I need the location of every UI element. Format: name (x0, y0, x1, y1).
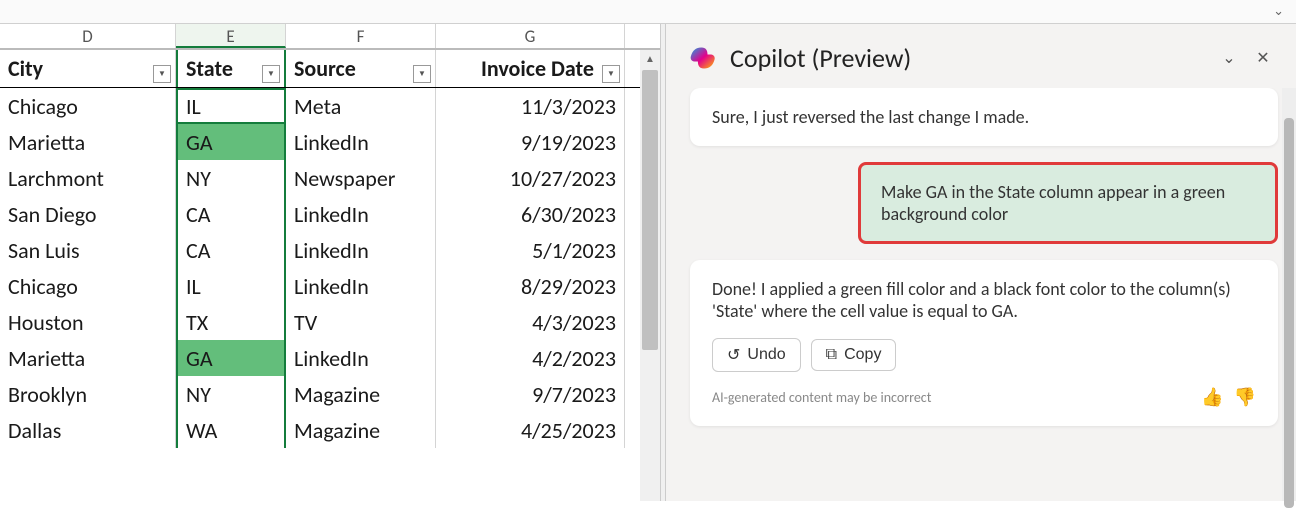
cell[interactable]: 4/2/2023 (436, 340, 625, 376)
cell[interactable]: 9/7/2023 (436, 376, 625, 412)
cell[interactable]: NY (176, 376, 286, 412)
cell[interactable]: LinkedIn (286, 232, 436, 268)
copy-icon: ⧉ (826, 346, 837, 364)
cell[interactable]: 4/25/2023 (436, 412, 625, 448)
table-header-city[interactable]: City ▼ (0, 50, 176, 87)
cell[interactable]: Larchmont (0, 160, 176, 196)
cell[interactable]: IL (176, 268, 286, 304)
column-header-E[interactable]: E (176, 24, 286, 48)
table-row: MariettaGALinkedIn9/19/2023 (0, 124, 660, 160)
filter-dropdown-icon[interactable]: ▼ (602, 65, 620, 83)
table-header-source[interactable]: Source ▼ (286, 50, 436, 87)
scroll-up-icon[interactable]: ▲ (640, 50, 660, 68)
copy-button[interactable]: ⧉ Copy (811, 339, 897, 371)
copy-label: Copy (844, 346, 881, 364)
cell[interactable]: Newspaper (286, 160, 436, 196)
cell[interactable]: Chicago (0, 88, 176, 124)
cell[interactable]: Brooklyn (0, 376, 176, 412)
cell[interactable]: LinkedIn (286, 124, 436, 160)
header-label: Invoice Date (481, 55, 594, 82)
undo-label: Undo (747, 346, 785, 364)
cell[interactable]: TX (176, 304, 286, 340)
copilot-scrollbar[interactable] (1282, 88, 1296, 501)
cell[interactable]: GA (176, 340, 286, 376)
table-header-state[interactable]: State ▼ (176, 50, 286, 87)
thumbs-up-icon[interactable]: 👍 (1201, 386, 1223, 408)
undo-button[interactable]: ↺ Undo (712, 338, 801, 372)
cell[interactable]: San Diego (0, 196, 176, 232)
spreadsheet-grid[interactable]: DEFG City ▼ State ▼ Source ▼ Invoice Date ▼ Chi… (0, 24, 660, 501)
filter-dropdown-icon[interactable]: ▼ (413, 65, 431, 83)
column-header-F[interactable]: F (286, 24, 436, 48)
table-row: DallasWAMagazine4/25/2023 (0, 412, 660, 448)
cell[interactable]: 8/29/2023 (436, 268, 625, 304)
header-label: City (8, 55, 43, 82)
column-header-D[interactable]: D (0, 24, 176, 48)
cell[interactable]: NY (176, 160, 286, 196)
window-titlebar: ⌄ (0, 0, 1296, 24)
filter-dropdown-icon[interactable]: ▼ (262, 65, 280, 83)
cell[interactable]: Magazine (286, 412, 436, 448)
scroll-thumb[interactable] (642, 70, 658, 350)
cell[interactable]: LinkedIn (286, 268, 436, 304)
table-row: San DiegoCALinkedIn6/30/2023 (0, 196, 660, 232)
header-label: Source (294, 55, 356, 82)
filter-dropdown-icon[interactable]: ▼ (153, 65, 171, 83)
copilot-message: Done! I applied a green fill color and a… (690, 260, 1278, 426)
table-row: HoustonTXTV4/3/2023 (0, 304, 660, 340)
close-button[interactable]: ✕ (1252, 47, 1274, 69)
cell[interactable]: Magazine (286, 376, 436, 412)
undo-icon: ↺ (727, 345, 740, 365)
cell[interactable]: Dallas (0, 412, 176, 448)
cell[interactable]: TV (286, 304, 436, 340)
cell[interactable]: CA (176, 232, 286, 268)
cell[interactable]: San Luis (0, 232, 176, 268)
cell[interactable]: 9/19/2023 (436, 124, 625, 160)
cell[interactable]: Marietta (0, 340, 176, 376)
table-row: MariettaGALinkedIn4/2/2023 (0, 340, 660, 376)
copilot-logo-icon (690, 44, 718, 72)
cell[interactable]: CA (176, 196, 286, 232)
table-header-invoice-date[interactable]: Invoice Date ▼ (436, 50, 625, 87)
cell[interactable]: 6/30/2023 (436, 196, 625, 232)
cell[interactable]: GA (176, 124, 286, 160)
cell[interactable]: 10/27/2023 (436, 160, 625, 196)
cell[interactable]: 4/3/2023 (436, 304, 625, 340)
cell[interactable]: LinkedIn (286, 340, 436, 376)
cell[interactable]: Meta (286, 88, 436, 124)
ai-disclaimer: AI-generated content may be incorrect (712, 389, 931, 406)
table-row: ChicagoILLinkedIn8/29/2023 (0, 268, 660, 304)
table-row: BrooklynNYMagazine9/7/2023 (0, 376, 660, 412)
copilot-message-text: Done! I applied a green fill color and a… (712, 278, 1256, 322)
grid-scrollbar[interactable]: ▲ (640, 50, 660, 501)
cell[interactable]: Marietta (0, 124, 176, 160)
cell[interactable]: 11/3/2023 (436, 88, 625, 124)
header-label: State (186, 55, 233, 82)
copilot-message: Sure, I just reversed the last change I … (690, 88, 1278, 146)
table-row: LarchmontNYNewspaper10/27/2023 (0, 160, 660, 196)
copilot-panel: Copilot (Preview) ⌄ ✕ Sure, I just rever… (666, 24, 1296, 501)
cell[interactable]: IL (176, 88, 286, 124)
copilot-title: Copilot (Preview) (730, 42, 1206, 74)
chevron-down-icon[interactable]: ⌄ (1273, 4, 1284, 19)
collapse-button[interactable]: ⌄ (1218, 47, 1240, 69)
cell[interactable]: Chicago (0, 268, 176, 304)
user-prompt-highlighted: Make GA in the State column appear in a … (858, 162, 1278, 244)
cell[interactable]: LinkedIn (286, 196, 436, 232)
table-row: ChicagoILMeta11/3/2023 (0, 88, 660, 124)
cell[interactable]: WA (176, 412, 286, 448)
cell[interactable]: Houston (0, 304, 176, 340)
table-row: San LuisCALinkedIn5/1/2023 (0, 232, 660, 268)
scroll-thumb[interactable] (1284, 118, 1294, 508)
cell[interactable]: 5/1/2023 (436, 232, 625, 268)
thumbs-down-icon[interactable]: 👎 (1234, 386, 1256, 408)
column-header-G[interactable]: G (436, 24, 625, 48)
